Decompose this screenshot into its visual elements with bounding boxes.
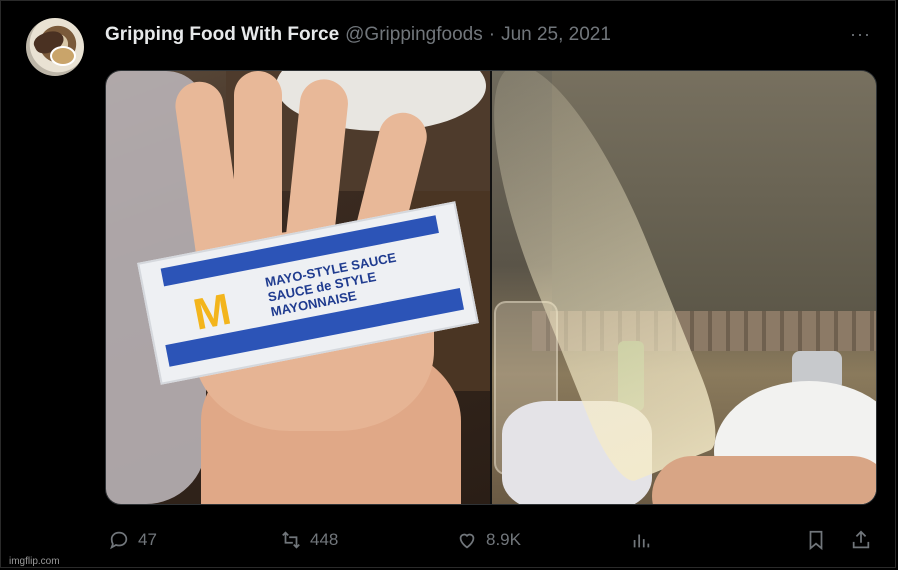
author-name[interactable]: Gripping Food With Force	[105, 24, 339, 46]
tweet-date[interactable]: Jun 25, 2021	[501, 24, 611, 46]
analytics-icon	[633, 534, 650, 548]
tweet-card: Gripping Food With Force @Grippingfoods …	[0, 0, 896, 568]
bookmark-icon	[809, 530, 823, 551]
avatar[interactable]	[26, 18, 84, 76]
like-count: 8.9K	[486, 530, 521, 549]
retweet-icon	[282, 531, 300, 549]
like-button[interactable]: 8.9K	[456, 527, 521, 553]
views-button[interactable]	[630, 527, 652, 553]
reply-icon	[110, 531, 128, 550]
share-icon	[852, 530, 870, 549]
hand-shape	[652, 456, 876, 504]
bookmark-button[interactable]	[805, 527, 827, 553]
heart-icon	[459, 533, 475, 549]
share-button[interactable]	[850, 527, 872, 553]
media-photo-left[interactable]: M MAYO-STYLE SAUCE SAUCE de STYLE MAYONN…	[106, 71, 490, 504]
avatar-bowl-shape	[50, 46, 76, 66]
reply-button[interactable]: 47	[108, 527, 157, 553]
date-separator: ·	[488, 24, 496, 45]
tweet-header: Gripping Food With Force @Grippingfoods …	[105, 22, 611, 48]
retweet-count: 448	[310, 530, 339, 549]
author-handle[interactable]: @Grippingfoods	[345, 24, 483, 46]
retweet-button[interactable]: 448	[280, 527, 338, 553]
more-options-icon[interactable]: ···	[850, 24, 871, 45]
tweet-media[interactable]: M MAYO-STYLE SAUCE SAUCE de STYLE MAYONN…	[105, 70, 877, 505]
arches-logo: M	[189, 284, 235, 340]
media-photo-right[interactable]	[492, 71, 876, 504]
watermark: imgflip.com	[9, 556, 60, 567]
reply-count: 47	[138, 530, 157, 549]
